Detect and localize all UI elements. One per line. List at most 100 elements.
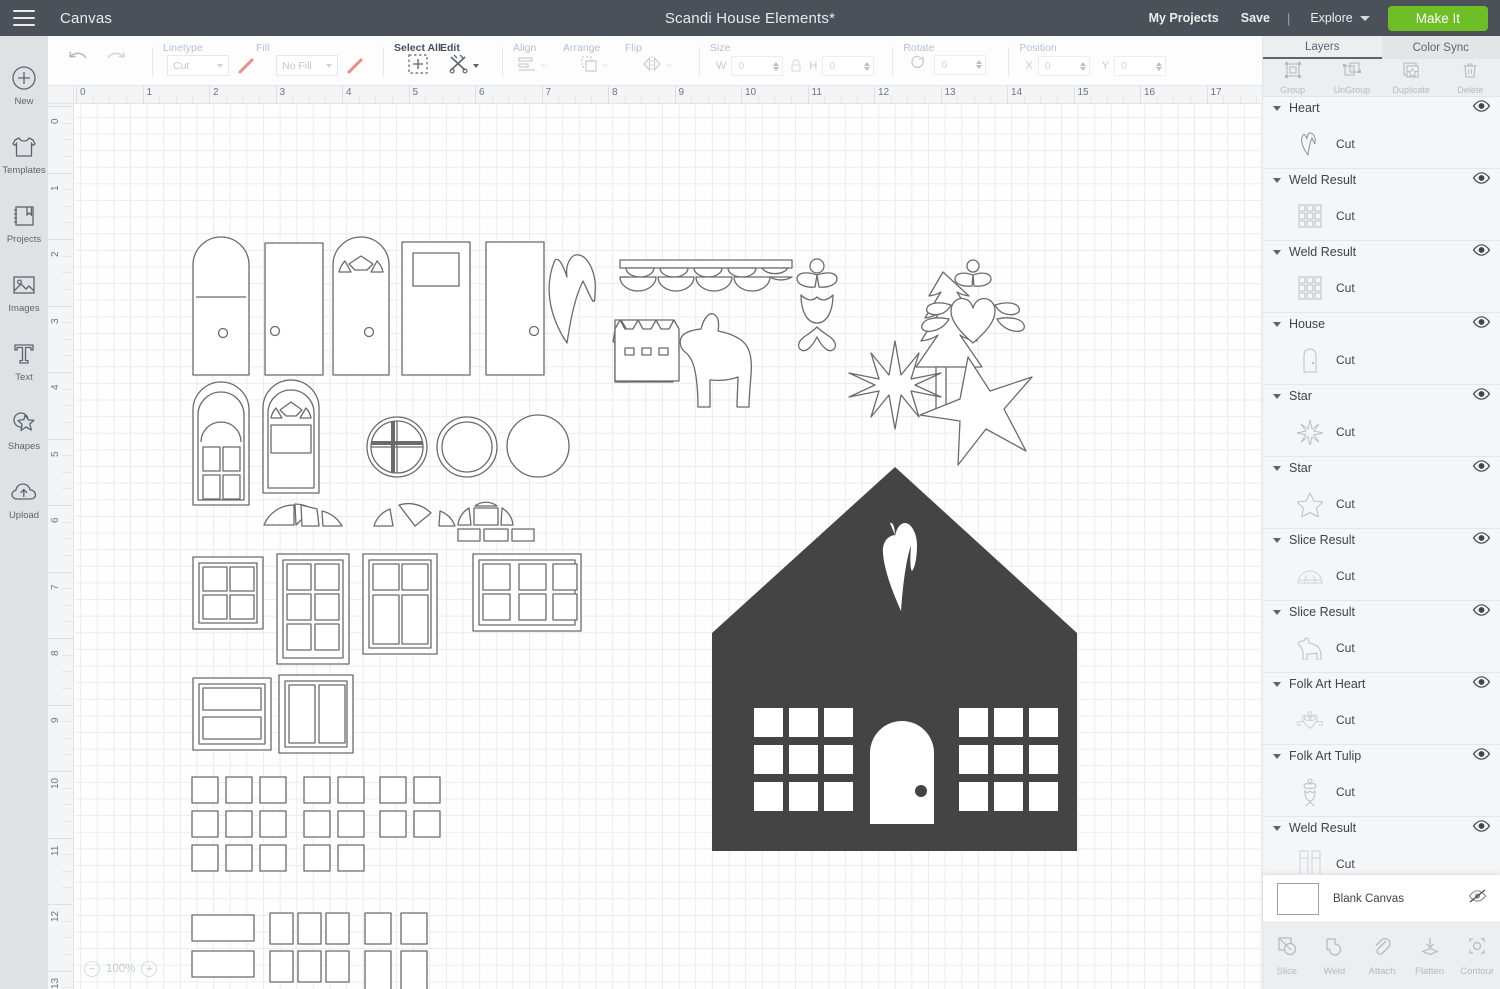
chevron-down-icon[interactable]: [1273, 249, 1281, 255]
y-input[interactable]: 0: [1114, 56, 1167, 76]
sidebar-item-new[interactable]: New: [0, 52, 48, 117]
layer-group[interactable]: Star Cut: [1263, 457, 1500, 529]
layer-row[interactable]: Cut: [1263, 407, 1500, 456]
width-input[interactable]: 0: [731, 56, 784, 76]
delete-button[interactable]: Delete: [1441, 59, 1500, 96]
layer-header[interactable]: Weld Result: [1263, 817, 1500, 839]
align-button[interactable]: [517, 52, 563, 85]
chevron-down-icon[interactable]: [1273, 537, 1281, 543]
sidebar-item-templates[interactable]: Templates: [0, 121, 48, 186]
layer-group[interactable]: Weld Result Cut: [1263, 169, 1500, 241]
layer-header[interactable]: Slice Result: [1263, 601, 1500, 623]
zoom-in-button[interactable]: +: [141, 961, 158, 977]
height-stepper[interactable]: [864, 61, 871, 71]
redo-arrow-icon[interactable]: [104, 49, 128, 74]
linetype-select[interactable]: Cut: [167, 55, 229, 76]
chevron-down-icon[interactable]: [1273, 177, 1281, 183]
visibility-icon[interactable]: [1472, 243, 1491, 262]
save-button[interactable]: Save: [1230, 11, 1281, 25]
layer-header[interactable]: Heart: [1263, 97, 1500, 119]
canvas-grid-area[interactable]: [75, 105, 1262, 989]
group-button[interactable]: Group: [1263, 59, 1322, 96]
layer-group[interactable]: House Cut: [1263, 313, 1500, 385]
height-input[interactable]: 0: [822, 56, 875, 76]
layer-header[interactable]: House: [1263, 313, 1500, 335]
chevron-down-icon[interactable]: [1273, 609, 1281, 615]
slice-button[interactable]: Slice: [1263, 936, 1311, 977]
x-input[interactable]: 0: [1037, 56, 1090, 76]
layer-header[interactable]: Folk Art Tulip: [1263, 745, 1500, 767]
layer-group[interactable]: Heart Cut: [1263, 97, 1500, 169]
layer-group[interactable]: Slice Result Cut: [1263, 529, 1500, 601]
visibility-icon[interactable]: [1472, 315, 1491, 334]
make-it-button[interactable]: Make It: [1387, 5, 1488, 31]
ungroup-button[interactable]: UnGroup: [1322, 59, 1381, 96]
layer-header[interactable]: Folk Art Heart: [1263, 673, 1500, 695]
design-canvas[interactable]: 0 1 2 3 4 5 6 7 8 9 10 11 12 13 14 15 16 17 0 1 2 3 4 5 6 7 8 9 10 1…: [48, 86, 1262, 989]
zoom-control[interactable]: − 100% +: [84, 961, 158, 977]
tab-color-sync[interactable]: Color Sync: [1382, 36, 1500, 59]
layer-group[interactable]: Folk Art Heart Cut: [1263, 673, 1500, 745]
visibility-icon[interactable]: [1472, 603, 1491, 622]
linetype-color-swatch[interactable]: [236, 55, 256, 76]
y-stepper[interactable]: [1156, 61, 1163, 71]
rotate-input[interactable]: 0: [934, 54, 987, 75]
layer-row[interactable]: Cut: [1263, 335, 1500, 384]
chevron-down-icon[interactable]: [1273, 105, 1281, 111]
rotate-stepper[interactable]: [976, 60, 983, 69]
duplicate-button[interactable]: Duplicate: [1382, 59, 1441, 96]
contour-button[interactable]: Contour: [1453, 936, 1500, 977]
chevron-down-icon[interactable]: [1273, 393, 1281, 399]
layer-header[interactable]: Star: [1263, 385, 1500, 407]
fill-select[interactable]: No Fill: [276, 55, 338, 76]
layer-row[interactable]: Cut: [1263, 623, 1500, 672]
layer-group[interactable]: Folk Art Tulip Cut: [1263, 745, 1500, 817]
layer-group[interactable]: Star Cut: [1263, 385, 1500, 457]
lock-icon[interactable]: [783, 58, 809, 74]
attach-button[interactable]: Attach: [1358, 936, 1406, 977]
layer-row[interactable]: Cut: [1263, 479, 1500, 528]
layer-row[interactable]: Cut: [1263, 263, 1500, 312]
chevron-down-icon[interactable]: [1273, 465, 1281, 471]
layer-row[interactable]: Cut: [1263, 191, 1500, 240]
sidebar-item-text[interactable]: Text: [0, 328, 48, 393]
my-projects-link[interactable]: My Projects: [1138, 11, 1230, 25]
chevron-down-icon[interactable]: [1273, 825, 1281, 831]
blank-canvas-swatch[interactable]: [1277, 882, 1319, 915]
visibility-icon[interactable]: [1472, 675, 1491, 694]
layer-row[interactable]: Cut: [1263, 551, 1500, 600]
sidebar-item-images[interactable]: Images: [0, 259, 48, 324]
visibility-hidden-icon[interactable]: [1468, 889, 1487, 908]
layer-header[interactable]: Weld Result: [1263, 241, 1500, 263]
layer-group[interactable]: Weld Result Cut: [1263, 241, 1500, 313]
edit-button[interactable]: [448, 52, 490, 85]
visibility-icon[interactable]: [1472, 819, 1491, 838]
sidebar-item-projects[interactable]: Projects: [0, 190, 48, 255]
visibility-icon[interactable]: [1472, 747, 1491, 766]
layer-row[interactable]: Cut: [1263, 695, 1500, 744]
sidebar-item-shapes[interactable]: Shapes: [0, 397, 48, 462]
undo-arrow-icon[interactable]: [66, 49, 90, 74]
machine-selector[interactable]: Explore: [1296, 11, 1379, 25]
tab-layers[interactable]: Layers: [1263, 36, 1382, 59]
visibility-icon[interactable]: [1472, 99, 1491, 118]
blank-canvas-row[interactable]: Blank Canvas: [1263, 874, 1500, 922]
arrange-button[interactable]: [579, 52, 625, 85]
layer-row[interactable]: Cut: [1263, 119, 1500, 168]
layers-list[interactable]: Heart Cut Weld Result Cut Weld Result Cut Hous…: [1263, 97, 1500, 931]
layer-header[interactable]: Star: [1263, 457, 1500, 479]
visibility-icon[interactable]: [1472, 171, 1491, 190]
visibility-icon[interactable]: [1472, 531, 1491, 550]
select-all-button[interactable]: [396, 52, 440, 85]
weld-button[interactable]: Weld: [1311, 936, 1359, 977]
visibility-icon[interactable]: [1472, 459, 1491, 478]
zoom-out-button[interactable]: −: [84, 961, 100, 977]
canvas-artwork[interactable]: [75, 105, 1262, 989]
visibility-icon[interactable]: [1472, 387, 1491, 406]
chevron-down-icon[interactable]: [1273, 753, 1281, 759]
chevron-down-icon[interactable]: [1273, 321, 1281, 327]
layer-header[interactable]: Weld Result: [1263, 169, 1500, 191]
layer-row[interactable]: Cut: [1263, 767, 1500, 816]
flatten-button[interactable]: Flatten: [1406, 936, 1454, 977]
chevron-down-icon[interactable]: [1273, 681, 1281, 687]
